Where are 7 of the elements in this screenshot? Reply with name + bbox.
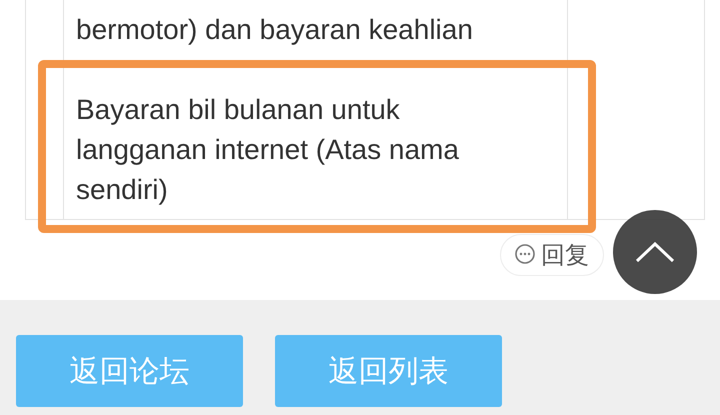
chevron-up-icon [635, 241, 675, 263]
post-text: bermotor) dan bayaran keahlian [76, 13, 473, 47]
comment-icon [513, 243, 537, 267]
back-button[interactable]: 返回论坛 [16, 335, 243, 407]
back-button[interactable]: 返回列表 [275, 335, 502, 407]
post-text: Bayaran bil bulanan untuk langganan internet (Atas nama sendiri) [76, 93, 459, 207]
reply-button[interactable]: 回复 [500, 234, 604, 276]
